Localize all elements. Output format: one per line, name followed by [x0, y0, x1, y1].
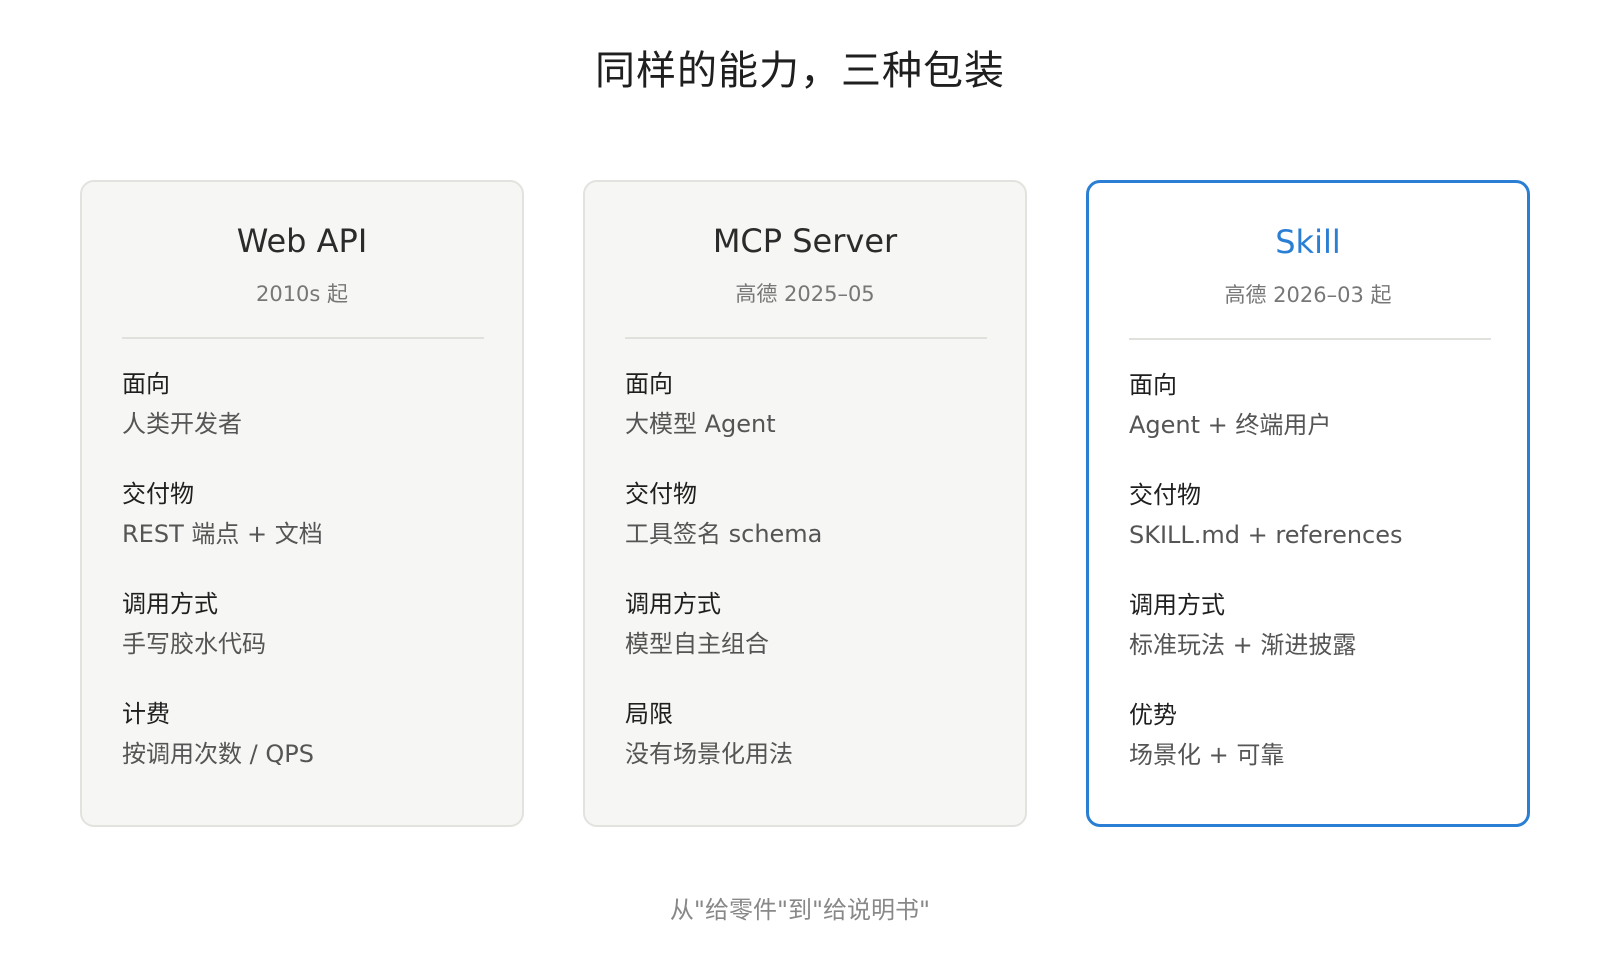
field-label: 交付物	[1129, 481, 1201, 509]
card-subtitle: 高德 2026–03 起	[1224, 283, 1392, 307]
field-invocation: 调用方式 手写胶水代码	[122, 588, 492, 660]
field-label: 调用方式	[122, 590, 218, 618]
field-deliverable: 交付物 REST 端点 + 文档	[122, 478, 492, 550]
field-label: 局限	[625, 700, 673, 728]
field-audience: 面向 Agent + 终端用户	[1129, 369, 1499, 441]
field-audience: 面向 人类开发者	[122, 368, 492, 440]
card-divider	[122, 337, 484, 339]
field-label: 面向	[122, 370, 170, 398]
page-title: 同样的能力，三种包装	[595, 48, 1005, 94]
footer-note: 从"给零件"到"给说明书"	[669, 896, 931, 924]
card-subtitle: 2010s 起	[255, 282, 349, 306]
field-deliverable: 交付物 SKILL.md + references	[1129, 479, 1499, 551]
field-advantage: 优势 场景化 + 可靠	[1129, 699, 1499, 771]
field-value: Agent + 终端用户	[1129, 411, 1332, 439]
field-label: 交付物	[625, 480, 697, 508]
field-value: 没有场景化用法	[625, 740, 793, 768]
field-value: 标准玩法 + 渐进披露	[1129, 631, 1357, 659]
field-label: 面向	[625, 370, 673, 398]
field-label: 调用方式	[625, 590, 721, 618]
field-label: 调用方式	[1129, 591, 1225, 619]
card-title: Web API	[236, 222, 368, 260]
field-invocation: 调用方式 模型自主组合	[625, 588, 995, 660]
card-title: Skill	[1275, 223, 1341, 261]
field-value: 工具签名 schema	[625, 520, 823, 548]
field-deliverable: 交付物 工具签名 schema	[625, 478, 995, 550]
card-subtitle: 高德 2025–05	[735, 282, 875, 306]
card-skill: Skill 高德 2026–03 起 面向 Agent + 终端用户 交付物 S…	[1086, 180, 1530, 827]
field-limitation: 局限 没有场景化用法	[625, 698, 995, 770]
cards-row: Web API 2010s 起 面向 人类开发者 交付物 REST 端点 + 文…	[80, 180, 1530, 827]
page: 同样的能力，三种包装 Web API 2010s 起 面向 人类开发者 交付物 …	[0, 0, 1600, 960]
card-divider	[1129, 338, 1491, 340]
field-invocation: 调用方式 标准玩法 + 渐进披露	[1129, 589, 1499, 661]
field-value: 模型自主组合	[625, 630, 769, 658]
field-label: 交付物	[122, 480, 194, 508]
field-value: SKILL.md + references	[1129, 521, 1403, 549]
field-label: 面向	[1129, 371, 1177, 399]
card-title: MCP Server	[712, 222, 898, 260]
field-value: 人类开发者	[122, 410, 242, 438]
card-divider	[625, 337, 987, 339]
field-value: 大模型 Agent	[625, 410, 776, 438]
card-mcp-server: MCP Server 高德 2025–05 面向 大模型 Agent 交付物 工…	[583, 180, 1027, 827]
field-value: 手写胶水代码	[122, 630, 266, 658]
field-label: 优势	[1129, 701, 1177, 729]
field-billing: 计费 按调用次数 / QPS	[122, 698, 492, 770]
field-value: 场景化 + 可靠	[1129, 741, 1285, 769]
field-label: 计费	[122, 700, 170, 728]
field-value: REST 端点 + 文档	[122, 520, 323, 548]
field-audience: 面向 大模型 Agent	[625, 368, 995, 440]
field-value: 按调用次数 / QPS	[122, 740, 314, 768]
card-web-api: Web API 2010s 起 面向 人类开发者 交付物 REST 端点 + 文…	[80, 180, 524, 827]
